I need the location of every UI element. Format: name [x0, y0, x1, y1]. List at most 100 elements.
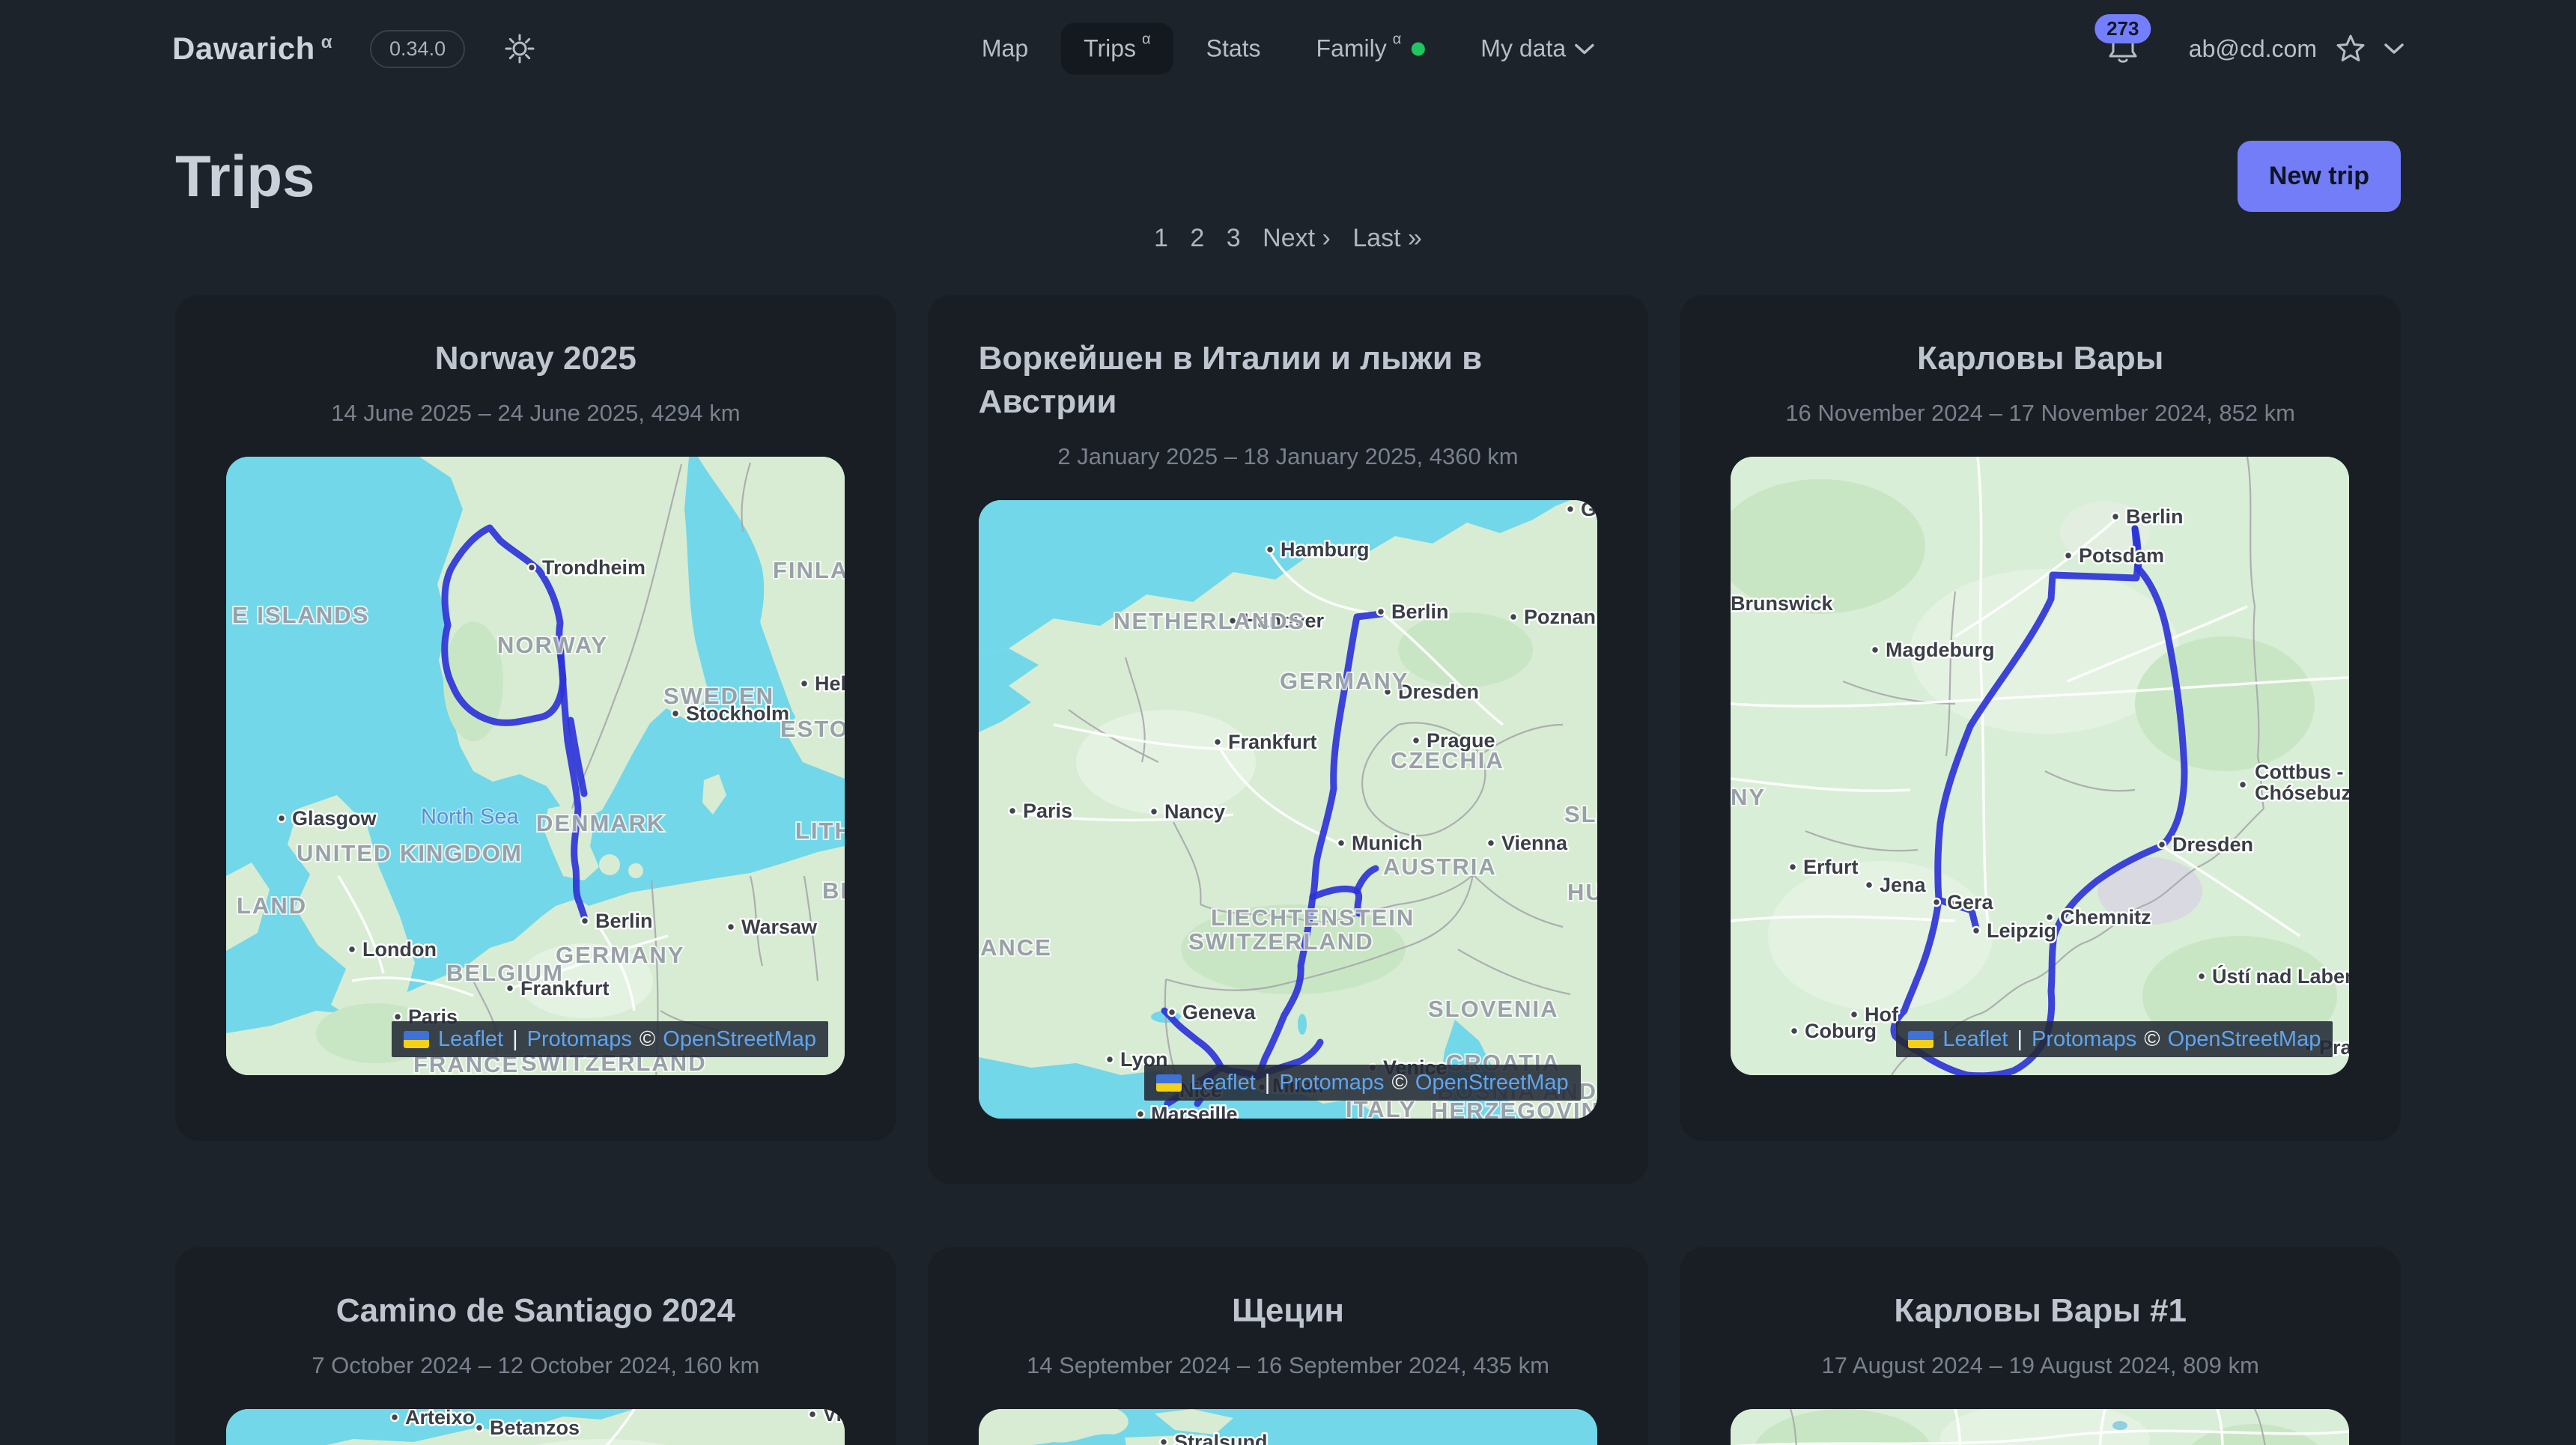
- brand-label: Dawarich: [172, 31, 315, 66]
- map-canvas-galicia: Arteixo Betanzos Vila Carballo: [226, 1409, 845, 1445]
- map-country-label: LIECHTENSTEIN: [1211, 904, 1415, 931]
- map-country-label: E ISLANDS: [232, 602, 369, 628]
- trip-title: Norway 2025: [226, 337, 845, 380]
- ukraine-flag-icon: [404, 1031, 429, 1048]
- map-city-label: Gd: [1581, 500, 1597, 520]
- map-city-label: Dresden: [1398, 681, 1479, 703]
- map-city-label: Nancy: [1164, 800, 1225, 823]
- map-sea-label: North Sea: [421, 805, 519, 829]
- trip-card-karlovy-vary-1[interactable]: Карловы Вары #1 17 August 2024 – 19 Augu…: [1680, 1247, 2401, 1445]
- map-city-label: Berlin: [595, 910, 653, 932]
- leaflet-link[interactable]: Leaflet: [1942, 1027, 2008, 1052]
- map-country-label: BELGIUM: [446, 960, 564, 986]
- trip-card-karlovy-vary[interactable]: Карловы Вары 16 November 2024 – 17 Novem…: [1680, 295, 2401, 1141]
- nav-item-trips[interactable]: Tripsα: [1061, 23, 1173, 75]
- ukraine-flag-icon: [1156, 1074, 1182, 1092]
- trip-map[interactable]: Stralsund: [979, 1409, 1597, 1445]
- trips-grid: Norway 2025 14 June 2025 – 24 June 2025,…: [175, 295, 2401, 1445]
- nav-item-family[interactable]: Familyα: [1294, 23, 1448, 75]
- trip-map[interactable]: Berlin Potsdam Brunswick Magdeburg Cottb…: [1731, 457, 2349, 1075]
- map-canvas-scandinavia: Trondheim Helsin Stockholm Glasgow Londo…: [226, 457, 845, 1075]
- trip-card-szczecin[interactable]: Щецин 14 September 2024 – 16 September 2…: [928, 1247, 1649, 1445]
- notifications-button[interactable]: 273: [2106, 29, 2139, 69]
- map-city-label: Berlin: [1391, 600, 1449, 623]
- user-email-menu[interactable]: ab@cd.com: [2189, 35, 2317, 63]
- map-city-label: Paris: [1023, 800, 1072, 822]
- map-city-label: Vila: [823, 1409, 845, 1426]
- family-online-dot: [1412, 42, 1425, 55]
- nav-item-stats[interactable]: Stats: [1184, 23, 1284, 75]
- leaflet-link[interactable]: Leaflet: [438, 1027, 503, 1052]
- map-country-label: NORWAY: [497, 632, 608, 658]
- pagination: 1 2 3 Next › Last »: [0, 224, 2576, 253]
- trip-card-camino-de-santiago[interactable]: Camino de Santiago 2024 7 October 2024 –…: [175, 1247, 896, 1445]
- nav-stats-label: Stats: [1206, 35, 1261, 63]
- trips-page: Dawarichα 0.34.0 Map Tripsα Stats Family…: [0, 0, 2576, 1445]
- map-country-label: SWITZERLAND: [1188, 928, 1374, 955]
- map-city-label: Magdeburg: [1886, 639, 1995, 661]
- theme-toggle-button[interactable]: [504, 33, 535, 64]
- copyright-symbol: ©: [1392, 1071, 1408, 1095]
- map-country-label: HERZEGOVINA: [1431, 1098, 1597, 1119]
- pagination-last[interactable]: Last »: [1352, 224, 1422, 252]
- map-city-label: Gera: [1947, 891, 1994, 913]
- pagination-page-2[interactable]: 2: [1190, 224, 1204, 252]
- nav-item-map[interactable]: Map: [959, 23, 1051, 75]
- brand-logo[interactable]: Dawarich α: [172, 31, 332, 67]
- map-country-label: NY: [1731, 784, 1766, 810]
- copyright-symbol: ©: [2144, 1027, 2160, 1052]
- trip-dates: 2 January 2025 – 18 January 2025, 4360 k…: [979, 443, 1598, 470]
- leaflet-link[interactable]: Leaflet: [1191, 1071, 1256, 1095]
- openstreetmap-link[interactable]: OpenStreetMap: [663, 1027, 816, 1052]
- map-city-label: Helsin: [815, 672, 845, 695]
- map-city-label: Marseille: [1151, 1103, 1238, 1119]
- map-country-label: BELA: [822, 877, 845, 904]
- nav-map-label: Map: [982, 35, 1028, 63]
- sun-icon: [504, 33, 535, 64]
- openstreetmap-link[interactable]: OpenStreetMap: [1415, 1071, 1569, 1095]
- openstreetmap-link[interactable]: OpenStreetMap: [2168, 1027, 2321, 1052]
- nav-family-label: Family: [1316, 35, 1387, 63]
- page-title: Trips: [175, 142, 315, 210]
- map-city-label: Chósebuz: [2255, 782, 2349, 804]
- map-country-label: CZECHIA: [1391, 747, 1504, 773]
- main-nav: Map Tripsα Stats Familyα My data: [959, 23, 1617, 75]
- map-country-label: ANCE: [980, 934, 1052, 961]
- map-country-label: SWEDEN: [663, 683, 774, 709]
- map-city-label: Hof: [1865, 1003, 1899, 1026]
- pagination-page-1[interactable]: 1: [1154, 224, 1168, 252]
- map-country-label: GERMANY: [556, 942, 684, 968]
- trip-map[interactable]: Gd Hamburg Hanover Berlin Poznan Dresden…: [979, 500, 1597, 1119]
- protomaps-link[interactable]: Protomaps: [527, 1027, 632, 1052]
- map-country-label: SLOVENIA: [1428, 996, 1558, 1022]
- map-city-label: London: [362, 938, 437, 961]
- pagination-page-3[interactable]: 3: [1227, 224, 1241, 252]
- chevron-down-icon: [1575, 43, 1594, 55]
- pagination-next[interactable]: Next ›: [1263, 224, 1331, 252]
- map-country-label: LAND: [237, 892, 307, 919]
- map-city-label: Munich: [1352, 832, 1423, 854]
- trip-map[interactable]: Arteixo Betanzos Vila Carballo: [226, 1409, 845, 1445]
- protomaps-link[interactable]: Protomaps: [2032, 1027, 2136, 1052]
- nav-item-my-data[interactable]: My data: [1458, 23, 1617, 75]
- map-canvas-land: [1731, 1409, 2349, 1445]
- trip-card-norway-2025[interactable]: Norway 2025 14 June 2025 – 24 June 2025,…: [175, 295, 896, 1141]
- map-city-label: Hamburg: [1281, 538, 1370, 561]
- nav-mydata-label: My data: [1480, 35, 1566, 63]
- map-country-label: LITHUANIA: [795, 818, 845, 844]
- favorite-button[interactable]: [2335, 33, 2366, 64]
- map-city-label: Berlin: [2126, 505, 2184, 528]
- map-canvas-baltic-coast: Stralsund: [979, 1409, 1597, 1445]
- new-trip-button[interactable]: New trip: [2238, 141, 2401, 212]
- trip-title: Карловы Вары #1: [1731, 1289, 2350, 1333]
- nav-trips-alpha: α: [1142, 31, 1151, 49]
- trip-card-workation-italy-austria[interactable]: Воркейшен в Италии и лыжи в Австрии 2 Ja…: [928, 295, 1649, 1184]
- notifications-count-badge: 273: [2094, 14, 2151, 43]
- map-city-label: Cottbus -: [2255, 761, 2343, 783]
- brand-alpha-sup: α: [321, 32, 332, 52]
- account-dropdown-toggle[interactable]: [2384, 43, 2404, 55]
- map-attribution: Leaflet | Protomaps © OpenStreetMap: [1896, 1021, 2333, 1057]
- trip-map[interactable]: Trondheim Helsin Stockholm Glasgow Londo…: [226, 457, 845, 1075]
- trip-map[interactable]: [1731, 1409, 2349, 1445]
- protomaps-link[interactable]: Protomaps: [1279, 1071, 1384, 1095]
